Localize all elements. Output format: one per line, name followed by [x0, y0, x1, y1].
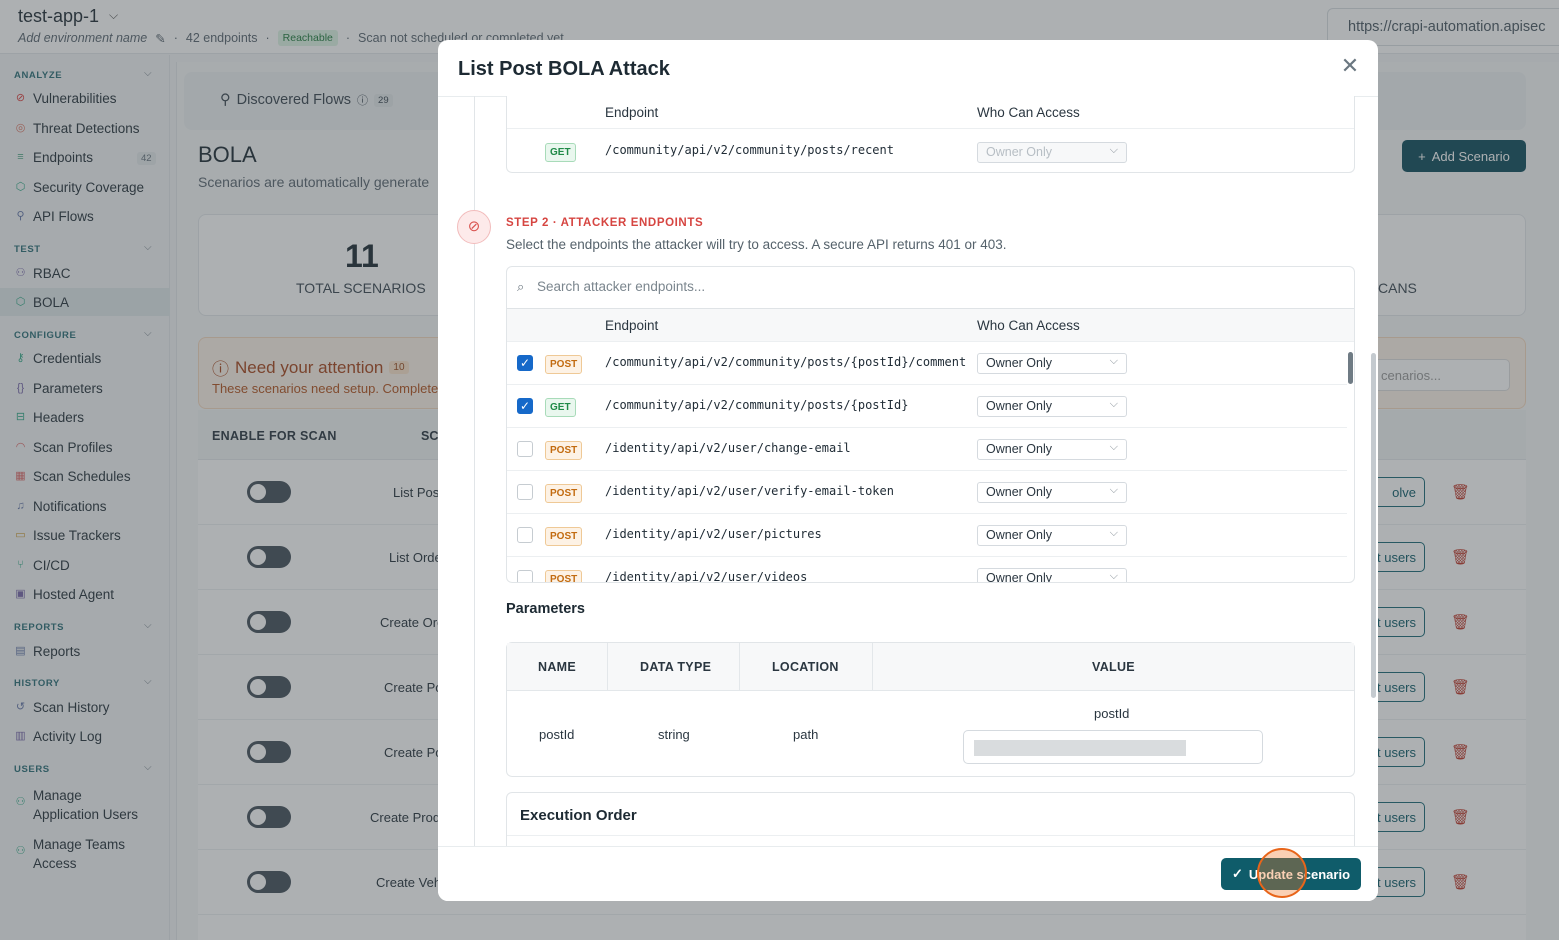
access-select[interactable]: Owner Only ⌵ [977, 353, 1127, 374]
col-who-can-access: Who Can Access [977, 318, 1080, 333]
endpoint-checkbox[interactable] [517, 441, 533, 457]
execution-order-title: Execution Order [520, 807, 637, 824]
chevron-down-icon: ⌵ [1109, 527, 1118, 539]
param-location: path [793, 727, 819, 742]
col-name: NAME [538, 660, 577, 674]
param-name: postId [539, 727, 575, 742]
chevron-down-icon: ⌵ [1109, 144, 1118, 156]
param-type: string [658, 727, 690, 742]
divider [507, 341, 1354, 342]
method-badge-get: GET [545, 143, 576, 162]
method-badge-get: GET [545, 398, 576, 417]
endpoint-path: /community/api/v2/community/posts/{postI… [605, 398, 909, 412]
attacker-search-input[interactable]: Search attacker endpoints... [537, 279, 705, 294]
access-select[interactable]: Owner Only ⌵ [977, 525, 1127, 546]
endpoint-path: /identity/api/v2/user/change-email [605, 441, 851, 455]
search-icon: ⌕ [517, 279, 525, 294]
table-scrollbar[interactable] [1348, 352, 1353, 384]
endpoint-path: /community/api/v2/community/posts/recent [605, 143, 894, 157]
divider [872, 643, 873, 691]
chevron-down-icon: ⌵ [1109, 355, 1118, 367]
col-data-type: DATA TYPE [640, 660, 712, 674]
chevron-down-icon: ⌵ [1109, 441, 1118, 453]
modal-scrollbar[interactable] [1371, 353, 1376, 698]
step2-title: STEP 2 · ATTACKER ENDPOINTS [506, 217, 704, 229]
endpoint-checkbox[interactable]: ✓ [517, 355, 533, 371]
col-endpoint: Endpoint [605, 105, 659, 120]
close-icon[interactable]: ✕ [1340, 55, 1360, 77]
modal-title: List Post BOLA Attack [458, 58, 670, 80]
bola-scenario-modal: List Post BOLA Attack ✕ Endpoint Who Can… [438, 40, 1378, 901]
divider [607, 643, 608, 691]
col-who-can-access: Who Can Access [977, 105, 1080, 120]
parameters-title: Parameters [506, 601, 585, 617]
chevron-down-icon: ⌵ [1109, 484, 1118, 496]
divider [507, 128, 1354, 129]
divider [507, 470, 1347, 471]
click-indicator [1257, 848, 1307, 898]
divider [507, 384, 1347, 385]
step2-subtitle: Select the endpoints the attacker will t… [506, 237, 1007, 252]
param-value-input[interactable] [963, 730, 1263, 764]
endpoint-path: /identity/api/v2/user/videos [605, 570, 808, 582]
endpoint-path: /identity/api/v2/user/pictures [605, 527, 822, 541]
divider [507, 427, 1347, 428]
endpoint-path: /community/api/v2/community/posts/{postI… [605, 355, 967, 369]
access-select: Owner Only ⌵ [977, 142, 1127, 163]
access-select[interactable]: Owner Only ⌵ [977, 482, 1127, 503]
access-select[interactable]: Owner Only ⌵ [977, 396, 1127, 417]
endpoint-checkbox[interactable]: ✓ [517, 398, 533, 414]
parameters-header [507, 643, 1354, 691]
shield-off-icon: ⊘ [457, 210, 491, 244]
table-row-clipped: POST /identity/api/v2/user/videos Owner … [507, 557, 1347, 582]
check-icon: ✓ [1231, 866, 1243, 881]
method-badge-post: POST [545, 355, 583, 374]
param-value-label: postId [1094, 706, 1130, 721]
chevron-down-icon: ⌵ [1109, 570, 1118, 582]
method-badge-post: POST [545, 527, 583, 546]
col-location: LOCATION [772, 660, 839, 674]
divider [739, 643, 740, 691]
col-endpoint: Endpoint [605, 318, 659, 333]
method-badge-post: POST [545, 441, 583, 460]
endpoint-checkbox[interactable] [517, 570, 533, 582]
chevron-down-icon: ⌵ [1109, 398, 1118, 410]
access-select[interactable]: Owner Only ⌵ [977, 439, 1127, 460]
endpoint-checkbox[interactable] [517, 527, 533, 543]
endpoint-checkbox[interactable] [517, 484, 533, 500]
method-badge-post: POST [545, 570, 583, 582]
redacted-value [974, 740, 1186, 756]
divider [507, 513, 1347, 514]
endpoint-path: /identity/api/v2/user/verify-email-token [605, 484, 894, 498]
method-badge-post: POST [545, 484, 583, 503]
divider [507, 835, 1354, 836]
access-select[interactable]: Owner Only ⌵ [977, 568, 1127, 582]
col-value: VALUE [1092, 660, 1135, 674]
